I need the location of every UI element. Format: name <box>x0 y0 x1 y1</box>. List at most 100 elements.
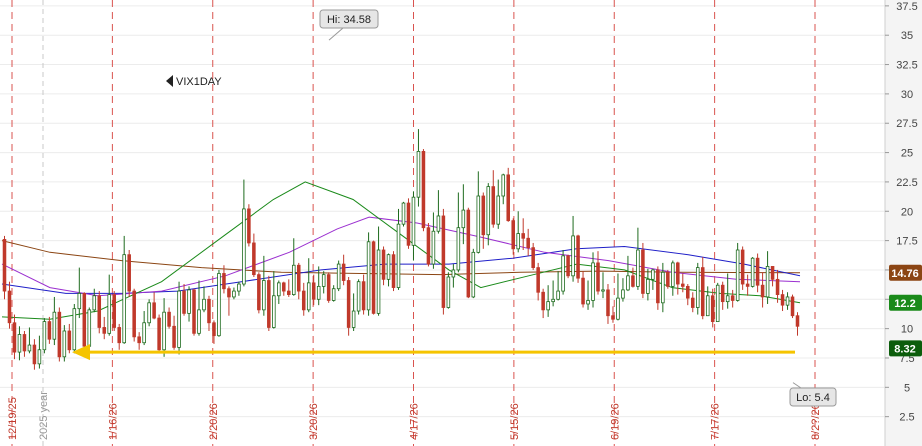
candle[interactable] <box>37 335 42 369</box>
candle[interactable] <box>601 272 605 299</box>
candle[interactable] <box>82 292 87 354</box>
candle[interactable] <box>720 281 725 310</box>
candle[interactable] <box>192 288 196 336</box>
candle[interactable] <box>346 276 351 336</box>
candle[interactable] <box>416 129 421 207</box>
candle[interactable] <box>730 289 735 308</box>
candle[interactable] <box>102 316 107 340</box>
candle[interactable] <box>247 204 251 247</box>
candle[interactable] <box>745 274 750 296</box>
candle[interactable] <box>686 284 690 306</box>
candle[interactable] <box>476 171 481 254</box>
candle[interactable] <box>546 285 550 317</box>
candle[interactable] <box>740 246 745 290</box>
candle[interactable] <box>147 299 151 327</box>
candlestick-chart[interactable]: 2.557.5101517.52022.52527.53032.53537.5 … <box>0 0 922 446</box>
candle[interactable] <box>122 235 126 344</box>
candle[interactable] <box>32 339 37 370</box>
candle[interactable] <box>137 332 141 350</box>
candle[interactable] <box>471 248 476 299</box>
candle[interactable] <box>705 286 710 317</box>
candle[interactable] <box>227 286 231 316</box>
candle[interactable] <box>321 271 326 294</box>
candle[interactable] <box>386 253 391 287</box>
candle[interactable] <box>651 268 655 290</box>
candle[interactable] <box>287 279 291 297</box>
candle[interactable] <box>551 280 555 307</box>
candle[interactable] <box>242 179 246 287</box>
candle[interactable] <box>436 190 441 234</box>
candle[interactable] <box>700 257 705 320</box>
candle[interactable] <box>197 280 201 336</box>
candle[interactable] <box>92 288 97 313</box>
candle[interactable] <box>391 251 396 292</box>
candle[interactable] <box>326 272 331 303</box>
candle[interactable] <box>282 281 286 296</box>
candle[interactable] <box>710 288 715 328</box>
candle[interactable] <box>636 227 640 290</box>
candle[interactable] <box>232 287 236 300</box>
candle[interactable] <box>695 262 700 315</box>
candle[interactable] <box>291 238 296 296</box>
candle[interactable] <box>466 207 471 299</box>
candle[interactable] <box>107 274 112 336</box>
candle[interactable] <box>202 286 206 313</box>
candle[interactable] <box>586 280 590 310</box>
candle[interactable] <box>207 295 211 331</box>
candle[interactable] <box>496 179 501 229</box>
candle[interactable] <box>606 284 610 324</box>
candle[interactable] <box>541 288 545 319</box>
candle[interactable] <box>371 240 376 315</box>
candle[interactable] <box>785 292 790 310</box>
candle[interactable] <box>735 242 740 302</box>
candle[interactable] <box>641 242 645 299</box>
candle[interactable] <box>461 184 466 245</box>
candle[interactable] <box>646 268 650 301</box>
candle[interactable] <box>2 235 7 300</box>
candle[interactable] <box>406 198 411 249</box>
candle[interactable] <box>272 271 276 329</box>
candle[interactable] <box>626 255 630 292</box>
candle[interactable] <box>451 264 456 288</box>
candle[interactable] <box>237 281 241 296</box>
candle[interactable] <box>526 228 530 256</box>
candle[interactable] <box>262 255 266 316</box>
candle[interactable] <box>765 251 770 304</box>
candle[interactable] <box>666 269 670 289</box>
candle[interactable] <box>381 246 386 286</box>
candle[interactable] <box>152 292 156 320</box>
candle[interactable] <box>591 252 595 308</box>
candle[interactable] <box>621 278 625 302</box>
candle[interactable] <box>157 314 161 354</box>
candle[interactable] <box>671 260 675 296</box>
candle[interactable] <box>341 254 346 286</box>
candle[interactable] <box>117 323 121 350</box>
candle[interactable] <box>172 315 176 350</box>
candle[interactable] <box>571 215 575 282</box>
candle[interactable] <box>755 253 760 293</box>
candle[interactable] <box>690 292 695 313</box>
candle[interactable] <box>356 279 361 315</box>
candle[interactable] <box>217 269 221 337</box>
candle[interactable] <box>57 307 62 362</box>
candle[interactable] <box>142 311 146 346</box>
candle[interactable] <box>770 266 775 287</box>
candle[interactable] <box>306 258 311 313</box>
candle[interactable] <box>456 192 461 273</box>
candle[interactable] <box>167 307 171 329</box>
candle[interactable] <box>576 234 580 283</box>
candle[interactable] <box>132 288 136 342</box>
candle[interactable] <box>366 232 371 316</box>
candle[interactable] <box>516 211 520 253</box>
candle[interactable] <box>331 285 336 302</box>
candle[interactable] <box>52 296 57 346</box>
candle[interactable] <box>566 254 570 279</box>
candle[interactable] <box>775 269 780 303</box>
candle[interactable] <box>72 303 77 354</box>
candle[interactable] <box>431 212 436 269</box>
candle[interactable] <box>656 266 660 310</box>
candle[interactable] <box>790 294 795 319</box>
candle[interactable] <box>12 314 17 360</box>
candle[interactable] <box>446 272 451 309</box>
candle[interactable] <box>631 267 635 288</box>
